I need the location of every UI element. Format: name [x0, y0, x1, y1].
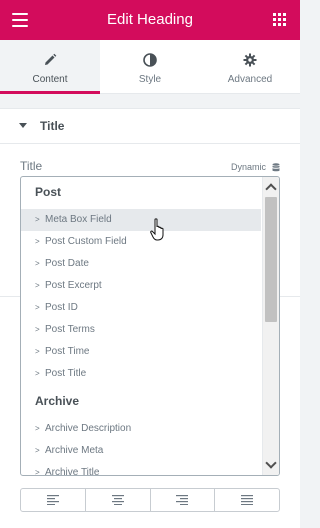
- list-item[interactable]: > Meta Box Field: [21, 209, 261, 231]
- bullet: >: [35, 369, 40, 378]
- list-item-label: Post Title: [45, 368, 87, 379]
- list-item-label: Archive Meta: [45, 445, 104, 456]
- list-item-label: Post ID: [45, 302, 78, 313]
- list-item[interactable]: > Post Time: [21, 341, 261, 363]
- tab-content-label: Content: [32, 74, 68, 85]
- align-right-button[interactable]: [151, 489, 216, 511]
- section-title: Title: [40, 119, 65, 133]
- list-item-label: Post Date: [45, 258, 89, 269]
- tab-advanced[interactable]: Advanced: [200, 40, 300, 93]
- bullet: >: [35, 446, 40, 455]
- tab-style[interactable]: Style: [100, 40, 200, 93]
- list-item-label: Post Excerpt: [45, 280, 102, 291]
- scroll-down-icon[interactable]: [265, 457, 277, 469]
- database-icon: [272, 162, 280, 171]
- scrollbar-thumb[interactable]: [265, 197, 277, 322]
- bullet: >: [35, 215, 40, 224]
- list-item[interactable]: > Post Terms: [21, 319, 261, 341]
- tab-advanced-label: Advanced: [227, 74, 273, 85]
- list-item[interactable]: > Post Title: [21, 363, 261, 385]
- tab-content[interactable]: Content: [0, 40, 100, 94]
- list-item-label: Post Time: [45, 346, 90, 357]
- list-item[interactable]: > Archive Meta: [21, 440, 261, 462]
- list-item[interactable]: > Post Excerpt: [21, 275, 261, 297]
- hand-cursor-icon: [150, 218, 164, 241]
- list-item[interactable]: > Post Date: [21, 253, 261, 275]
- caret-down-icon: [19, 123, 27, 128]
- align-right-icon: [176, 495, 189, 505]
- bullet: >: [35, 259, 40, 268]
- bullet: >: [35, 347, 40, 356]
- group-label-archive: Archive: [35, 394, 80, 408]
- list-item-label: Archive Description: [45, 423, 132, 434]
- pencil-icon: [0, 53, 100, 69]
- dynamic-tags-button[interactable]: Dynamic: [231, 162, 280, 172]
- widgets-grid-icon[interactable]: [273, 13, 286, 26]
- align-center-button[interactable]: [86, 489, 151, 511]
- list-item-label: Archive Title: [45, 467, 100, 476]
- bullet: >: [35, 325, 40, 334]
- scrollbar[interactable]: [262, 177, 279, 475]
- bullet: >: [35, 468, 40, 476]
- list-item[interactable]: > Archive Title: [21, 462, 261, 476]
- contrast-icon: [100, 53, 200, 69]
- section-title-toggle[interactable]: Title: [0, 108, 300, 144]
- list-item-label: Meta Box Field: [45, 214, 112, 225]
- list-item[interactable]: > Post Custom Field: [21, 231, 261, 253]
- dynamic-label: Dynamic: [230, 162, 266, 172]
- bullet: >: [35, 303, 40, 312]
- list-item[interactable]: > Post ID: [21, 297, 261, 319]
- list-item[interactable]: > Archive Description: [21, 418, 261, 440]
- align-left-icon: [46, 495, 59, 505]
- title-field-label: Title: [20, 159, 43, 173]
- list-item-label: Post Terms: [45, 324, 95, 335]
- panel-tabs: Content Style Advanced: [0, 40, 300, 94]
- dynamic-tags-list: Post > Meta Box Field > Post Custom Field …: [21, 177, 261, 475]
- bullet: >: [35, 281, 40, 290]
- tab-style-label: Style: [138, 74, 162, 85]
- align-center-icon: [111, 495, 124, 505]
- scroll-up-icon[interactable]: [265, 183, 277, 195]
- gear-icon: [200, 53, 300, 69]
- alignment-control: [20, 488, 280, 512]
- bullet: >: [35, 237, 40, 246]
- bullet: >: [35, 424, 40, 433]
- panel-title: Edit Heading: [107, 11, 193, 28]
- group-label-post: Post: [35, 185, 62, 199]
- align-left-button[interactable]: [21, 489, 86, 511]
- align-justify-icon: [241, 495, 254, 505]
- list-item-label: Post Custom Field: [45, 236, 127, 247]
- align-justify-button[interactable]: [215, 489, 279, 511]
- panel-header: Edit Heading: [0, 0, 300, 40]
